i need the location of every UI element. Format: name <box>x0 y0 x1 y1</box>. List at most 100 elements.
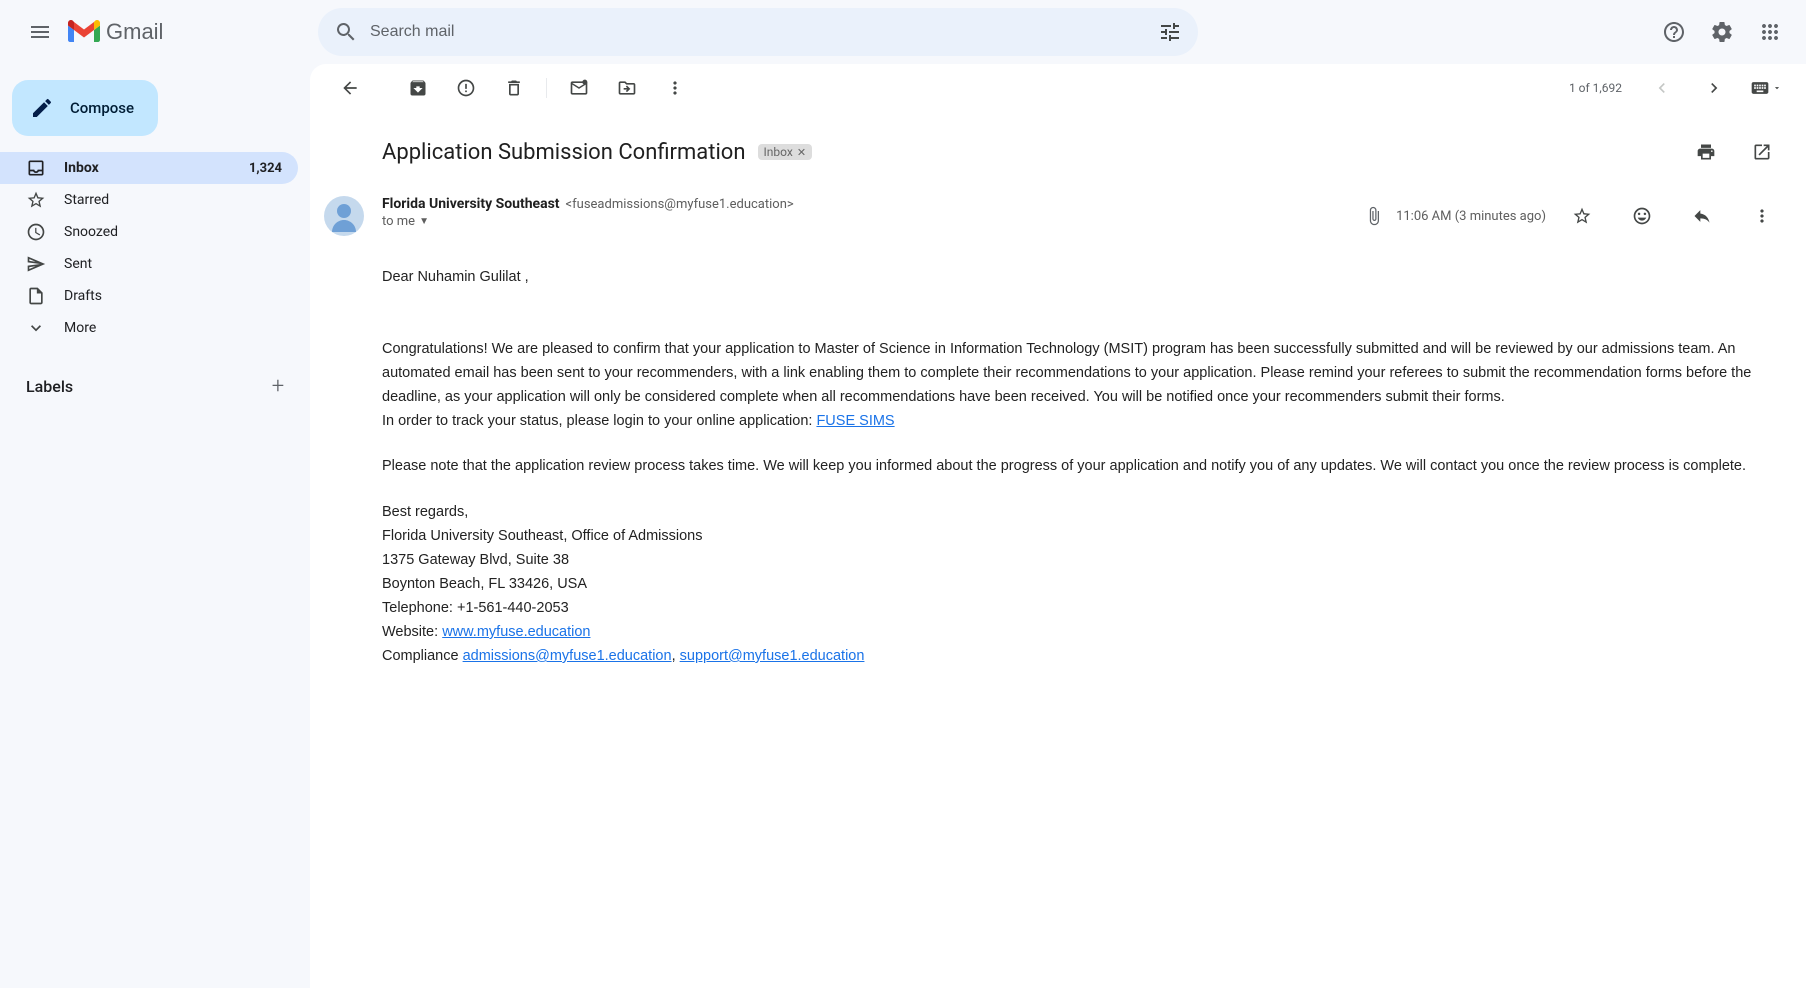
email-toolbar: 1 of 1,692 <box>310 64 1806 112</box>
email-body: Dear Nuhamin Gulilat , Congratulations! … <box>382 236 1786 709</box>
nav-starred-label: Starred <box>64 192 282 208</box>
subject-row: Application Submission Confirmation Inbo… <box>382 132 1786 172</box>
move-to-button[interactable] <box>607 68 647 108</box>
delete-button[interactable] <box>494 68 534 108</box>
spam-button[interactable] <box>446 68 486 108</box>
inbox-label-chip[interactable]: Inbox ✕ <box>758 144 813 160</box>
toolbar-right: 1 of 1,692 <box>1569 68 1790 108</box>
expand-details-icon[interactable]: ▼ <box>419 216 429 227</box>
website-link[interactable]: www.myfuse.education <box>442 624 590 640</box>
message-more-button[interactable] <box>1742 196 1782 236</box>
labels-title: Labels <box>26 377 73 396</box>
main-menu-button[interactable] <box>16 8 64 56</box>
body-paragraph-3: Please note that the application review … <box>382 455 1766 479</box>
search-options-button[interactable] <box>1150 12 1190 52</box>
nav-snoozed-label: Snoozed <box>64 224 282 240</box>
gear-icon <box>1710 20 1734 44</box>
trash-icon <box>504 78 524 98</box>
attachment-icon[interactable] <box>1364 206 1384 226</box>
recipient-line[interactable]: to me ▼ <box>382 214 1364 229</box>
reply-button[interactable] <box>1682 196 1722 236</box>
keyboard-icon <box>1750 78 1770 98</box>
fuse-sims-link[interactable]: FUSE SIMS <box>816 413 894 429</box>
signature-line-1: Best regards, <box>382 501 1766 525</box>
search-icon <box>334 20 358 44</box>
apps-button[interactable] <box>1750 12 1790 52</box>
prev-button[interactable] <box>1642 68 1682 108</box>
reply-icon <box>1692 206 1712 226</box>
send-icon <box>26 254 46 274</box>
labels-header: Labels + <box>0 368 310 404</box>
report-spam-icon <box>456 78 476 98</box>
header-right <box>1654 12 1798 52</box>
chip-remove-icon[interactable]: ✕ <box>797 146 806 159</box>
email-view: Application Submission Confirmation Inbo… <box>310 112 1806 988</box>
sender-name[interactable]: Florida University Southeast <box>382 196 560 212</box>
email-subject: Application Submission Confirmation <box>382 140 746 165</box>
tune-icon <box>1158 20 1182 44</box>
nav-snoozed[interactable]: Snoozed <box>0 216 298 248</box>
body-paragraph-2: In order to track your status, please lo… <box>382 410 1766 434</box>
star-message-button[interactable] <box>1562 196 1602 236</box>
add-label-button[interactable]: + <box>266 374 290 398</box>
compose-button[interactable]: Compose <box>12 80 158 136</box>
inbox-icon <box>26 158 46 178</box>
nav-inbox-count: 1,324 <box>249 161 282 176</box>
gmail-logo[interactable]: Gmail <box>68 19 163 45</box>
print-button[interactable] <box>1686 132 1726 172</box>
p2-prefix: In order to track your status, please lo… <box>382 413 816 429</box>
back-button[interactable] <box>330 68 370 108</box>
archive-button[interactable] <box>398 68 438 108</box>
mark-unread-button[interactable] <box>559 68 599 108</box>
chip-text: Inbox <box>764 145 793 159</box>
support-email-link[interactable]: support@myfuse1.education <box>680 648 865 664</box>
signature-line-4: Boynton Beach, FL 33426, USA <box>382 573 1766 597</box>
mail-unread-icon <box>569 78 589 98</box>
pencil-icon <box>30 96 54 120</box>
search-bar[interactable] <box>318 8 1198 56</box>
emoji-icon <box>1632 206 1652 226</box>
sender-avatar[interactable] <box>324 196 364 236</box>
nav-more[interactable]: More <box>0 312 298 344</box>
hamburger-icon <box>28 20 52 44</box>
arrow-back-icon <box>340 78 360 98</box>
react-button[interactable] <box>1622 196 1662 236</box>
more-vert-icon <box>1752 206 1772 226</box>
sender-info: Florida University Southeast <fuseadmiss… <box>382 196 1364 229</box>
gmail-logo-icon <box>68 20 100 44</box>
sender-email: <fuseadmissions@myfuse1.education> <box>566 197 794 212</box>
email-content-panel: 1 of 1,692 Application Submission Confir… <box>310 64 1806 988</box>
next-button[interactable] <box>1694 68 1734 108</box>
to-me-text: to me <box>382 214 415 229</box>
nav-sent-label: Sent <box>64 256 282 272</box>
clock-icon <box>26 222 46 242</box>
support-button[interactable] <box>1654 12 1694 52</box>
more-actions-button[interactable] <box>655 68 695 108</box>
nav-more-label: More <box>64 320 282 336</box>
sidebar: Compose Inbox 1,324 Starred Snoozed Sent… <box>0 64 310 988</box>
search-input[interactable] <box>366 23 1150 41</box>
gmail-logo-text: Gmail <box>106 19 163 45</box>
toolbar-separator <box>546 78 547 98</box>
star-icon <box>26 190 46 210</box>
print-icon <box>1696 142 1716 162</box>
admissions-email-link[interactable]: admissions@myfuse1.education <box>463 648 672 664</box>
nav-drafts-label: Drafts <box>64 288 282 304</box>
nav-drafts[interactable]: Drafts <box>0 280 298 312</box>
settings-button[interactable] <box>1702 12 1742 52</box>
open-in-new-icon <box>1752 142 1772 162</box>
nav-starred[interactable]: Starred <box>0 184 298 216</box>
body-paragraph-1: Congratulations! We are pleased to confi… <box>382 338 1766 410</box>
pagination-info: 1 of 1,692 <box>1569 81 1622 95</box>
compose-label: Compose <box>70 99 134 117</box>
signature-line-6: Website: www.myfuse.education <box>382 621 1766 645</box>
nav-inbox[interactable]: Inbox 1,324 <box>0 152 298 184</box>
input-tools-button[interactable] <box>1746 68 1786 108</box>
apps-grid-icon <box>1758 20 1782 44</box>
open-new-window-button[interactable] <box>1742 132 1782 172</box>
signature-line-7: Compliance admissions@myfuse1.education,… <box>382 645 1766 669</box>
nav-sent[interactable]: Sent <box>0 248 298 280</box>
search-button[interactable] <box>326 12 366 52</box>
subject-actions <box>1682 132 1786 172</box>
main-layout: Compose Inbox 1,324 Starred Snoozed Sent… <box>0 64 1806 988</box>
